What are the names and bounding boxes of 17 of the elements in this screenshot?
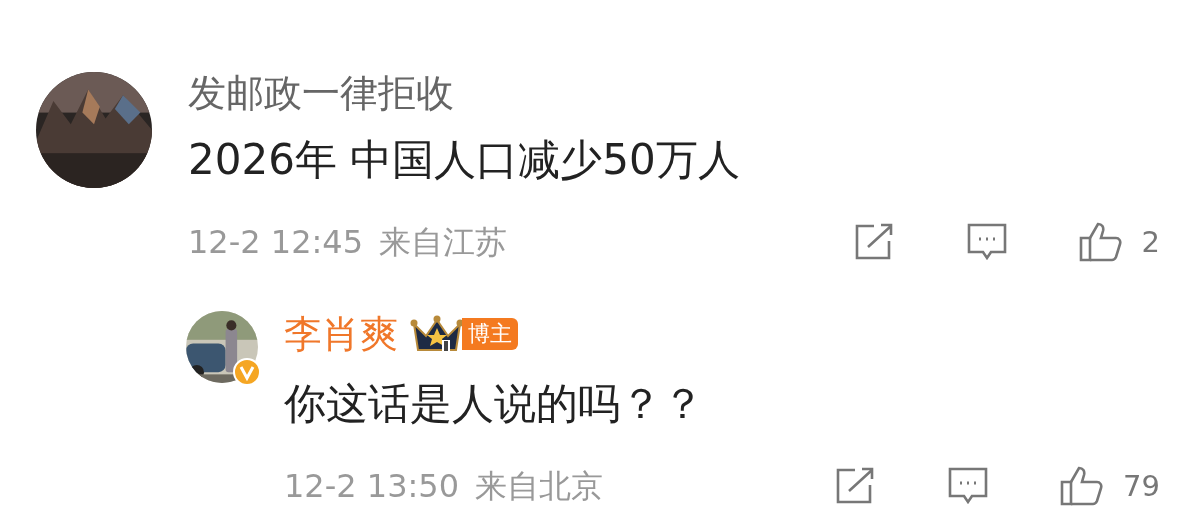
role-badge: 博主: [462, 318, 518, 350]
user-name[interactable]: 发邮政一律拒收: [188, 70, 454, 116]
comment-text: 你这话是人说的吗？？: [284, 378, 705, 430]
comment-time: 12-2 13:50: [284, 466, 459, 506]
thumbs-up-icon[interactable]: [1077, 221, 1122, 263]
comment-time: 12-2 12:45: [188, 222, 363, 262]
comment-text: 2026年 中国人口减少50万人: [188, 134, 741, 186]
like-count: 79: [1123, 468, 1160, 505]
comment-location: 来自江苏: [379, 222, 507, 262]
comment-icon[interactable]: [947, 466, 990, 506]
crown-icon: [410, 314, 464, 354]
comment-location: 来自北京: [475, 466, 603, 506]
like-count: 2: [1141, 224, 1160, 261]
share-icon[interactable]: [853, 223, 894, 261]
thumbs-up-icon[interactable]: [1059, 465, 1104, 507]
comment-icon[interactable]: [965, 222, 1008, 262]
share-icon[interactable]: [835, 467, 876, 505]
